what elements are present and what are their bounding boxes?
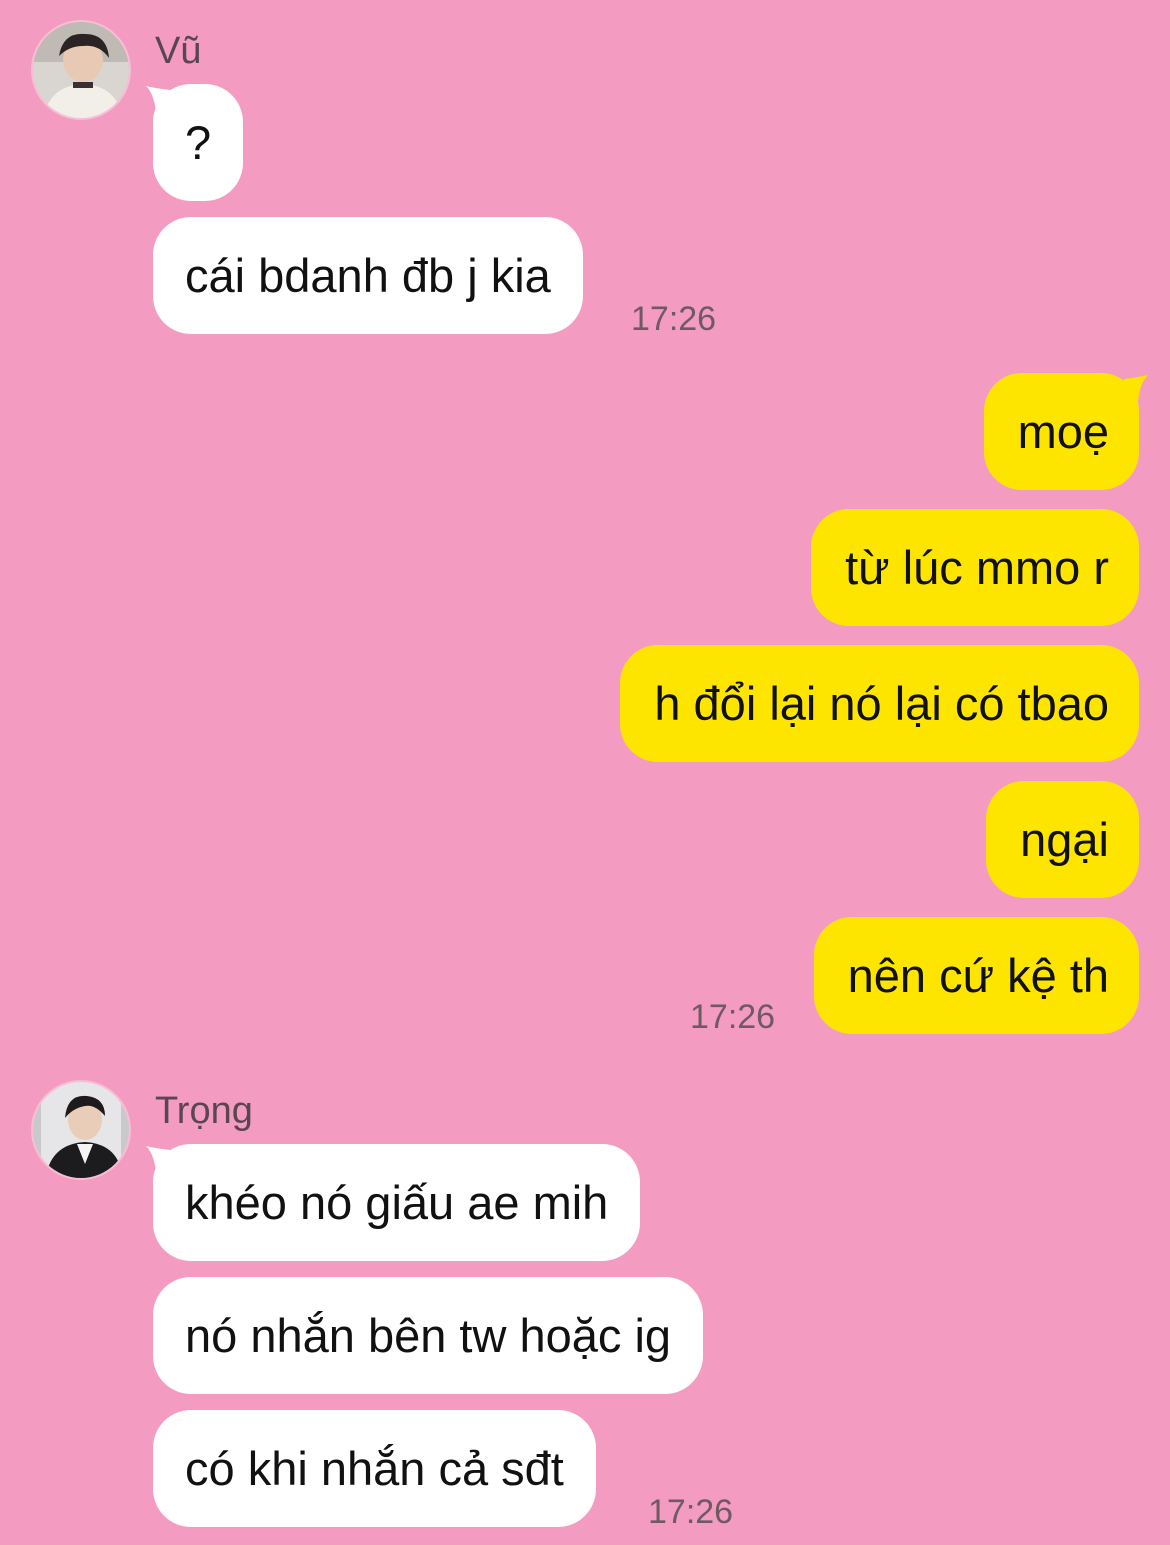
message-text: khéo nó giấu ae mih xyxy=(185,1176,609,1229)
message-timestamp: 17:26 xyxy=(690,998,776,1036)
message-bubble[interactable]: từ lúc mmo r xyxy=(811,509,1139,626)
message-bubble[interactable]: ? xyxy=(153,84,244,201)
message-timestamp: 17:26 xyxy=(631,300,717,338)
message-bubble[interactable]: khéo nó giấu ae mih xyxy=(153,1144,641,1261)
message-bubble[interactable]: có khi nhắn cả sđt xyxy=(153,1410,596,1527)
message-bubble[interactable]: nó nhắn bên tw hoặc ig xyxy=(153,1277,704,1394)
message-bubble[interactable]: moẹ xyxy=(983,373,1139,490)
message-text: ? xyxy=(185,116,212,169)
sender-name: Vũ xyxy=(155,30,202,72)
message-text: nên cứ kệ th xyxy=(847,949,1109,1002)
message-bubble[interactable]: cái bdanh đb j kia xyxy=(153,217,583,334)
message-text: ngại xyxy=(1020,813,1109,866)
message-timestamp: 17:26 xyxy=(648,1493,734,1531)
message-text: nó nhắn bên tw hoặc ig xyxy=(185,1309,672,1362)
message-bubble[interactable]: nên cứ kệ th xyxy=(813,917,1139,1034)
message-text: từ lúc mmo r xyxy=(845,541,1109,594)
message-text: cái bdanh đb j kia xyxy=(185,249,551,302)
avatar-photo-icon xyxy=(33,22,129,118)
sender-avatar-vu[interactable] xyxy=(31,20,131,120)
sender-name: Trọng xyxy=(155,1090,253,1132)
sender-avatar-trong[interactable] xyxy=(31,1080,131,1180)
message-text: h đổi lại nó lại có tbao xyxy=(654,677,1109,730)
message-bubble[interactable]: h đổi lại nó lại có tbao xyxy=(620,645,1139,762)
message-text: moẹ xyxy=(1017,405,1109,458)
avatar-photo-icon xyxy=(33,1082,129,1178)
message-text: có khi nhắn cả sđt xyxy=(185,1442,564,1495)
message-bubble[interactable]: ngại xyxy=(986,781,1139,898)
